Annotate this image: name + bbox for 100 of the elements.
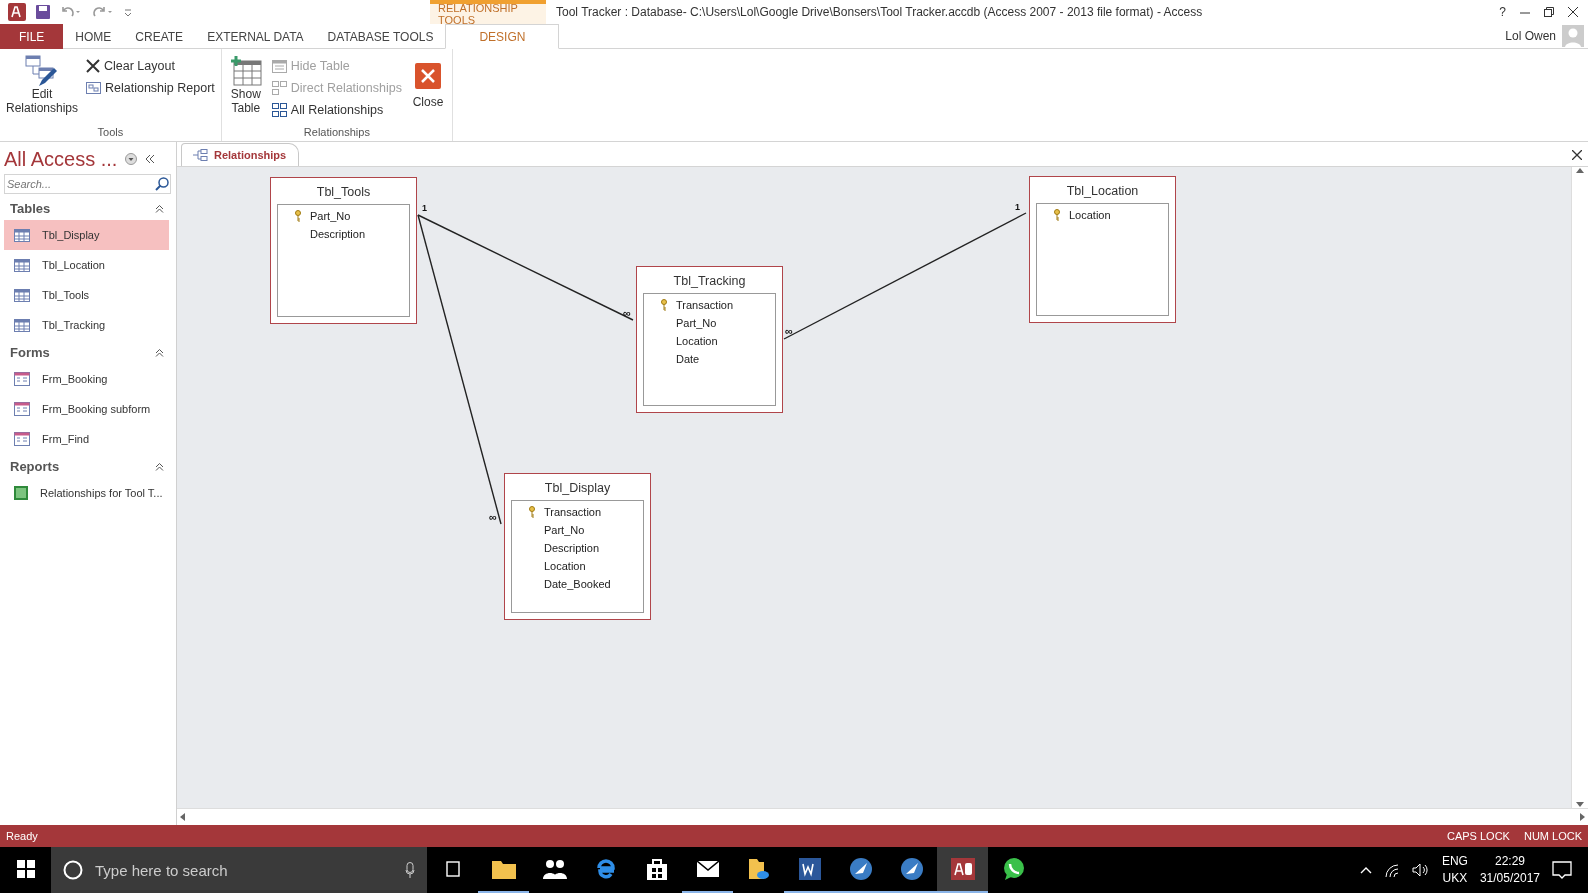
search-bar[interactable]: Search... xyxy=(4,174,171,194)
user-name[interactable]: Lol Owen xyxy=(1505,29,1556,43)
customize-icon[interactable] xyxy=(124,8,132,16)
scroll-up-icon[interactable] xyxy=(1576,167,1584,173)
one-label: 1 xyxy=(422,203,427,213)
ribbon-button[interactable]: Show Table xyxy=(225,53,266,126)
table-icon xyxy=(14,288,30,302)
search-icon[interactable] xyxy=(154,176,170,192)
nav-item[interactable]: Tbl_Location xyxy=(4,250,169,280)
field-row[interactable]: Location xyxy=(1037,206,1168,224)
language-text: ENG xyxy=(1441,853,1468,870)
nav-item[interactable]: Frm_Find xyxy=(4,424,169,454)
field-row[interactable]: Description xyxy=(278,225,409,243)
close-icon[interactable] xyxy=(1572,150,1582,160)
linked-tables-icon xyxy=(271,81,287,95)
section-header[interactable]: Reports xyxy=(10,458,60,474)
report-icon xyxy=(86,82,101,94)
help-button[interactable]: ? xyxy=(1499,5,1506,19)
key-icon xyxy=(660,299,668,311)
field-row[interactable]: Date_Booked xyxy=(512,575,643,593)
scroll-right-icon[interactable] xyxy=(1580,813,1586,821)
grid-tables-icon xyxy=(271,103,287,117)
field-row[interactable]: Transaction xyxy=(644,296,775,314)
taskbar-search-bar[interactable]: Type here to search xyxy=(51,847,427,893)
ribbon-tab[interactable]: DATABASE TOOLS xyxy=(315,24,446,49)
chevron-up-icon[interactable] xyxy=(1359,866,1372,874)
relationship-pencil-icon xyxy=(25,55,59,87)
section-header[interactable]: Forms xyxy=(10,344,50,360)
field-row[interactable]: Description xyxy=(512,539,643,557)
clock[interactable]: 22:29 31/05/2017 xyxy=(1479,853,1540,887)
many-label: ∞ xyxy=(623,307,631,319)
nav-item[interactable]: Relationships for Tool T... xyxy=(4,478,169,508)
ribbon-tab[interactable]: CREATE xyxy=(123,24,196,49)
table-card[interactable]: Tbl_Display Transaction Part_No Description Location Date_Booked xyxy=(504,473,651,620)
table-card[interactable]: Tbl_Tracking Transaction Part_No Location Date xyxy=(636,266,783,413)
browser-e-icon xyxy=(594,858,617,880)
relationships-icon xyxy=(192,149,208,161)
field-row[interactable]: Part_No xyxy=(512,521,643,539)
field-row[interactable]: Part_No xyxy=(644,314,775,332)
table-title: Tbl_Tracking xyxy=(672,273,747,290)
windows-icon xyxy=(16,860,35,878)
redo-icon[interactable] xyxy=(92,6,114,18)
scroll-left-icon[interactable] xyxy=(179,813,185,821)
ribbon-button[interactable]: Clear Layout xyxy=(84,57,217,75)
table-card[interactable]: Tbl_Tools Part_No Description xyxy=(270,177,417,324)
ribbon-button[interactable]: Relationship Report xyxy=(84,79,217,97)
bird-icon xyxy=(848,857,873,881)
microphone-icon[interactable] xyxy=(405,862,415,878)
save-icon[interactable] xyxy=(36,5,50,19)
nav-item[interactable]: Frm_Booking subform xyxy=(4,394,169,424)
wifi-icon[interactable] xyxy=(1383,863,1400,877)
close-button[interactable]: Close xyxy=(407,53,448,126)
nav-pane-title[interactable]: All Access ... xyxy=(4,147,118,171)
many-label: ∞ xyxy=(785,325,793,337)
ribbon-tab[interactable]: HOME xyxy=(63,24,124,49)
field-row[interactable]: Location xyxy=(512,557,643,575)
undo-icon[interactable] xyxy=(60,6,82,18)
collapse-pane-icon[interactable] xyxy=(145,154,156,164)
ribbon-tab[interactable]: EXTERNAL DATA xyxy=(195,24,316,49)
nav-item[interactable]: Tbl_Display xyxy=(4,220,169,250)
restore-icon[interactable] xyxy=(1544,7,1554,17)
many-label: ∞ xyxy=(489,511,497,523)
field-row[interactable]: Location xyxy=(644,332,775,350)
collapse-icon[interactable] xyxy=(155,203,164,213)
language-indicator[interactable]: ENG UKX xyxy=(1441,853,1468,887)
field-row[interactable]: Transaction xyxy=(512,503,643,521)
nav-item[interactable]: Tbl_Tracking xyxy=(4,310,169,340)
folder-icon xyxy=(491,859,516,879)
ribbon-button[interactable]: Edit Relationships xyxy=(4,53,80,126)
people-icon xyxy=(542,859,567,879)
file-tab[interactable]: FILE xyxy=(0,24,64,49)
word-icon xyxy=(798,858,821,880)
nav-item[interactable]: Tbl_Tools xyxy=(4,280,169,310)
notification-icon[interactable] xyxy=(1552,861,1572,879)
context-tab-label: RELATIONSHIP TOOLS xyxy=(430,0,546,24)
field-row[interactable]: Date xyxy=(644,350,775,368)
table-title: Tbl_Tools xyxy=(315,184,372,201)
collapse-icon[interactable] xyxy=(155,461,164,471)
ribbon-tab[interactable]: DESIGN xyxy=(445,24,560,49)
cloud-folder-icon xyxy=(747,858,770,880)
section-header[interactable]: Tables xyxy=(10,200,51,216)
date-text: 31/05/2017 xyxy=(1479,870,1540,887)
taskbar-app[interactable] xyxy=(937,847,988,893)
taskbar-search-field[interactable]: Type here to search xyxy=(93,860,395,880)
dropdown-icon[interactable] xyxy=(125,153,138,165)
collapse-icon[interactable] xyxy=(155,347,164,357)
close-icon[interactable] xyxy=(1568,7,1578,17)
bird-icon xyxy=(899,857,924,881)
key-icon xyxy=(1053,209,1061,221)
speaker-icon[interactable] xyxy=(1411,863,1430,877)
table-card[interactable]: Tbl_Location Location xyxy=(1029,176,1176,323)
field-row[interactable]: Part_No xyxy=(278,207,409,225)
cross-icon xyxy=(86,59,100,73)
document-tab[interactable]: Relationships xyxy=(181,143,300,166)
nav-item[interactable]: Frm_Booking xyxy=(4,364,169,394)
app-logo-icon xyxy=(8,3,26,21)
database-app-icon xyxy=(950,858,975,880)
ribbon-button[interactable]: All Relationships xyxy=(269,101,404,119)
form-icon xyxy=(14,402,30,416)
group-label: Tools xyxy=(96,126,125,140)
